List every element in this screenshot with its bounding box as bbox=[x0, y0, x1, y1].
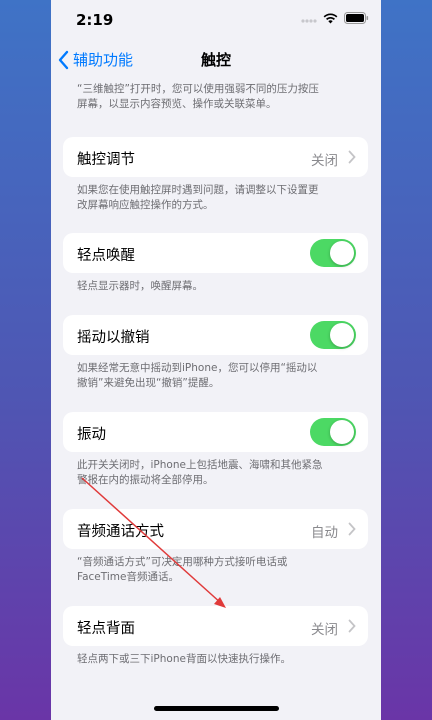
touch-accommodations-footer: 如果您在使用触控屏时遇到问题，请调整以下设置更 改屏幕响应触控操作的方式。 bbox=[77, 184, 319, 211]
call-audio-routing-footer: “音频通话方式”可决定用哪种方式接听电话或 FaceTime音频通话。 bbox=[77, 556, 288, 583]
status-time: 2:19 bbox=[76, 11, 114, 29]
chevron-right-icon bbox=[348, 522, 356, 536]
wifi-icon bbox=[323, 12, 338, 23]
tap-to-wake-footer: 轻点显示器时，唤醒屏幕。 bbox=[77, 280, 203, 292]
tap-to-wake-label: 轻点唤醒 bbox=[77, 248, 135, 264]
tap-to-wake-row: 轻点唤醒 bbox=[63, 233, 368, 273]
page-title: 触控 bbox=[200, 51, 231, 69]
call-audio-routing-value: 自动 bbox=[311, 525, 338, 541]
back-tap-label: 轻点背面 bbox=[77, 621, 135, 637]
shake-to-undo-row: 摇动以撤销 bbox=[63, 315, 368, 355]
vibration-row: 振动 bbox=[63, 412, 368, 452]
back-tap-footer: 轻点两下或三下iPhone背面以快速执行操作。 bbox=[77, 653, 291, 665]
home-indicator bbox=[154, 706, 279, 711]
tap-to-wake-toggle[interactable] bbox=[310, 239, 356, 267]
3d-touch-description: “三维触控”打开时，您可以使用强弱不同的压力按压 屏幕，以显示内容预览、操作或关… bbox=[77, 83, 319, 110]
call-audio-routing-label: 音频通话方式 bbox=[77, 524, 164, 540]
back-tap-value: 关闭 bbox=[311, 622, 338, 638]
touch-accommodations-label: 触控调节 bbox=[77, 152, 135, 168]
vibration-footer: 此开关关闭时，iPhone上包括地震、海啸和其他紧急 警报在内的振动将全部停用。 bbox=[77, 459, 323, 486]
battery-icon bbox=[344, 12, 369, 24]
vibration-toggle[interactable] bbox=[310, 418, 356, 446]
shake-to-undo-footer: 如果经常无意中摇动到iPhone，您可以停用“摇动以 撤销”来避免出现“撤销”提… bbox=[77, 362, 318, 389]
navigation-bar: 辅助功能 触控 bbox=[51, 40, 381, 80]
signal-icon bbox=[301, 19, 317, 23]
toggle-knob bbox=[330, 241, 354, 265]
shake-to-undo-label: 摇动以撤销 bbox=[77, 330, 150, 346]
toggle-knob bbox=[330, 420, 354, 444]
status-bar: 2:19 bbox=[51, 0, 381, 40]
touch-accommodations-row[interactable]: 触控调节 关闭 bbox=[63, 137, 368, 177]
back-tap-row[interactable]: 轻点背面 关闭 bbox=[63, 606, 368, 646]
phone-screen: 2:19 辅助功能 触控 “三维触控”打开时，您可以使用强弱不同的压力按压 屏幕… bbox=[51, 0, 381, 720]
touch-accommodations-value: 关闭 bbox=[311, 153, 338, 169]
toggle-knob bbox=[330, 323, 354, 347]
chevron-right-icon bbox=[348, 150, 356, 164]
call-audio-routing-row[interactable]: 音频通话方式 自动 bbox=[63, 509, 368, 549]
shake-to-undo-toggle[interactable] bbox=[310, 321, 356, 349]
chevron-right-icon bbox=[348, 619, 356, 633]
vibration-label: 振动 bbox=[77, 427, 106, 443]
status-icons bbox=[301, 12, 369, 24]
